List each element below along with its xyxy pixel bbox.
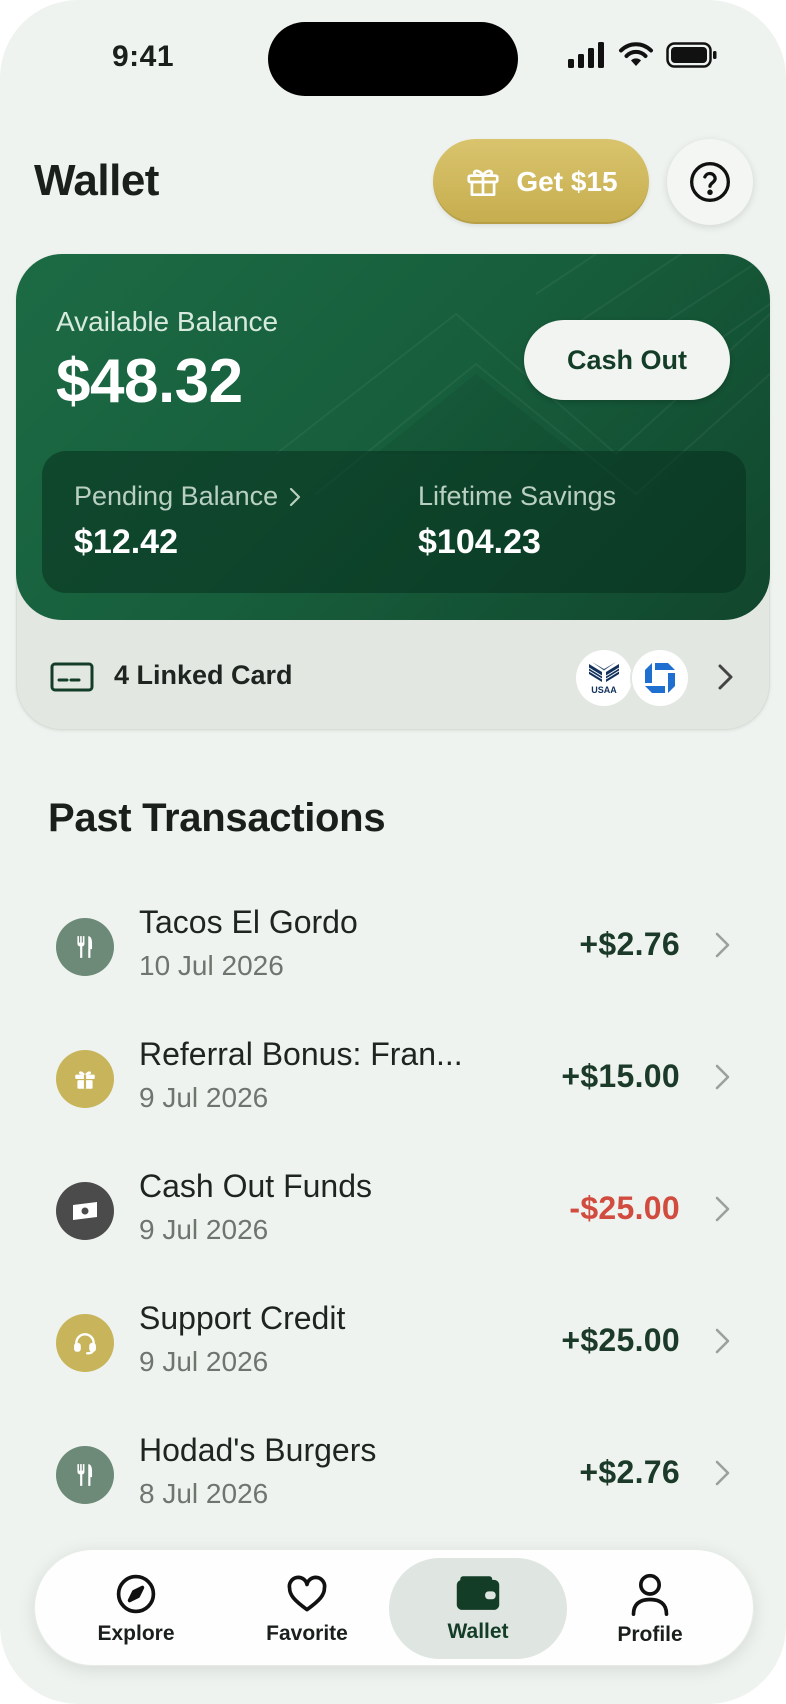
balance-details-panel: Pending Balance $12.42 Lifetime Savings …	[42, 451, 746, 593]
tab-bar: Explore Favorite Wallet Profile	[34, 1549, 754, 1666]
tab-wallet[interactable]: Wallet	[389, 1558, 567, 1659]
battery-icon	[666, 42, 717, 68]
lifetime-savings-label: Lifetime Savings	[418, 481, 617, 511]
transaction-row[interactable]: Referral Bonus: Fran... 9 Jul 2026 +$15.…	[56, 1032, 732, 1132]
promo-label: Get $15	[516, 165, 618, 197]
transaction-amount: +$2.76	[579, 1454, 680, 1490]
transaction-amount: +$15.00	[561, 1058, 680, 1094]
lifetime-savings-amount: $104.23	[418, 523, 541, 561]
transaction-name: Hodad's Burgers	[139, 1432, 377, 1468]
chevron-right-icon	[715, 1460, 730, 1486]
restaurant-avatar	[56, 918, 114, 976]
transaction-row[interactable]: Cash Out Funds 9 Jul 2026 -$25.00	[56, 1164, 732, 1264]
chase-logo	[632, 650, 688, 706]
transaction-amount: -$25.00	[569, 1190, 680, 1226]
transaction-name: Tacos El Gordo	[139, 904, 358, 940]
chevron-right-icon	[715, 1328, 730, 1354]
headset-icon	[74, 1333, 96, 1355]
available-balance-label: Available Balance	[56, 306, 279, 337]
phone-screen: 9:41 Wallet Get $15 Available Balance $4…	[0, 0, 786, 1704]
tab-label: Favorite	[266, 1621, 348, 1645]
linked-cards-row[interactable]: 4 Linked Card USAA	[16, 620, 770, 730]
transaction-date: 9 Jul 2026	[139, 1082, 269, 1113]
chase-logo-image	[645, 663, 675, 693]
usaa-logo: USAA	[576, 650, 632, 706]
tab-profile[interactable]: Profile	[561, 1558, 739, 1659]
transaction-date: 9 Jul 2026	[139, 1346, 269, 1377]
fork-knife-icon	[77, 1464, 93, 1486]
help-button[interactable]	[667, 139, 753, 225]
usaa-text: USAA	[591, 685, 617, 695]
transaction-row[interactable]: Support Credit 9 Jul 2026 +$25.00	[56, 1296, 732, 1396]
referral-avatar	[56, 1050, 114, 1108]
chevron-right-icon	[715, 932, 730, 958]
dynamic-island	[268, 22, 518, 96]
pending-balance-amount: $12.42	[74, 523, 178, 561]
tab-label: Profile	[617, 1622, 683, 1646]
chevron-right-icon	[715, 1196, 730, 1222]
linked-cards-label: 4 Linked Card	[114, 660, 293, 690]
wifi-icon	[619, 42, 653, 66]
person-icon	[631, 1573, 669, 1616]
wallet-icon	[456, 1575, 500, 1610]
usaa-logo-image: USAA	[588, 662, 620, 695]
past-transactions-title: Past Transactions	[48, 796, 386, 840]
page-title: Wallet	[34, 156, 159, 205]
transaction-date: 8 Jul 2026	[139, 1478, 269, 1509]
gift-icon	[75, 1071, 95, 1089]
transaction-name: Cash Out Funds	[139, 1168, 372, 1204]
balance-card: Available Balance $48.32 Cash Out Pendin…	[16, 254, 770, 620]
tab-favorite[interactable]: Favorite	[218, 1558, 396, 1659]
compass-icon	[116, 1574, 156, 1613]
question-icon	[690, 162, 730, 202]
transaction-row[interactable]: Tacos El Gordo 10 Jul 2026 +$2.76	[56, 900, 732, 1000]
chevron-right-icon	[715, 1064, 730, 1090]
transaction-amount: +$25.00	[561, 1322, 680, 1358]
heart-icon	[287, 1575, 327, 1611]
status-time: 9:41	[112, 40, 175, 73]
transaction-date: 10 Jul 2026	[139, 950, 284, 981]
restaurant-avatar	[56, 1446, 114, 1504]
signal-icon	[568, 42, 604, 68]
cash-icon	[73, 1202, 97, 1220]
transaction-row[interactable]: Hodad's Burgers 8 Jul 2026 +$2.76	[56, 1428, 732, 1528]
chevron-right-icon	[290, 487, 301, 506]
status-icons	[568, 42, 718, 68]
transaction-amount: +$2.76	[579, 926, 680, 962]
pending-balance-label: Pending Balance	[74, 481, 279, 511]
chevron-right-icon	[718, 664, 733, 690]
gift-icon	[467, 169, 500, 196]
support-avatar	[56, 1314, 114, 1372]
fork-knife-icon	[77, 936, 93, 958]
tab-label: Explore	[97, 1621, 175, 1645]
referral-promo-button[interactable]: Get $15	[433, 139, 649, 224]
tab-explore[interactable]: Explore	[47, 1558, 225, 1659]
transaction-date: 9 Jul 2026	[139, 1214, 269, 1245]
transaction-name: Support Credit	[139, 1300, 346, 1336]
credit-card-icon	[50, 662, 94, 692]
available-balance-amount: $48.32	[56, 347, 243, 416]
tab-label: Wallet	[447, 1619, 509, 1643]
transaction-name: Referral Bonus: Fran...	[139, 1036, 463, 1072]
cash-out-button[interactable]: Cash Out	[524, 320, 730, 400]
pending-balance-link[interactable]: Pending Balance	[74, 481, 302, 512]
cash-out-avatar	[56, 1182, 114, 1240]
